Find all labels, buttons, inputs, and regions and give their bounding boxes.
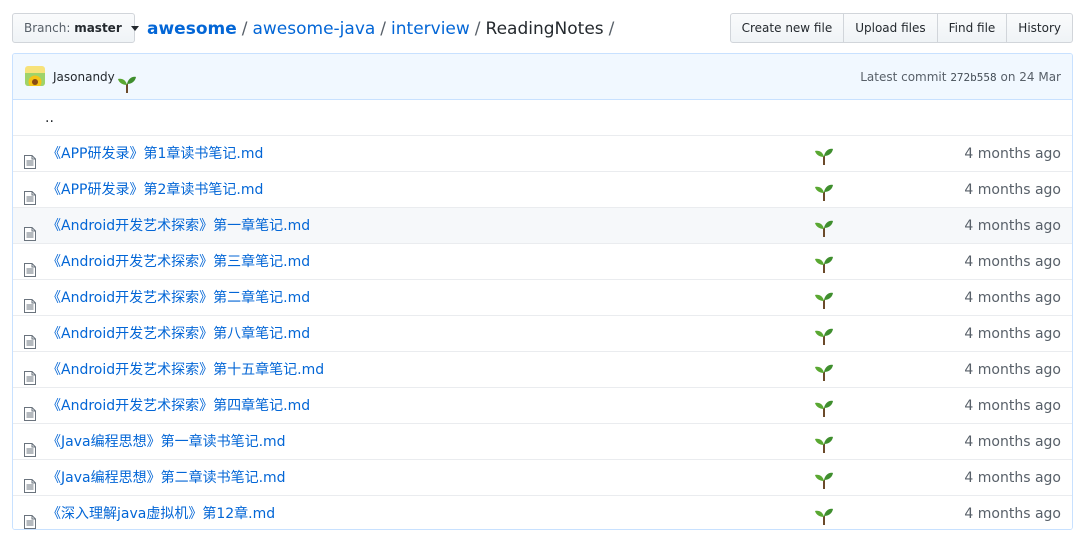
file-name-link[interactable]: 《Android开发艺术探索》第三章笔记.md — [47, 244, 310, 280]
file-row[interactable]: 《深入理解java虚拟机》第12章.md 4 months ago — [13, 496, 1072, 529]
file-row[interactable]: 《Android开发艺术探索》第四章笔记.md 4 months ago — [13, 388, 1072, 424]
file-row[interactable]: 《Android开发艺术探索》第十五章笔记.md 4 months ago — [13, 352, 1072, 388]
breadcrumb-separator: / — [380, 19, 387, 39]
file-name-link[interactable]: 《Android开发艺术探索》第八章笔记.md — [47, 316, 310, 352]
file-text-icon — [24, 327, 36, 349]
file-age: 4 months ago — [964, 146, 1061, 162]
file-text-icon — [24, 291, 36, 313]
commit-author-link[interactable]: Jasonandy — [53, 54, 115, 100]
create-new-file-button[interactable]: Create new file — [729, 13, 845, 43]
commit-sha-link[interactable]: 272b558 — [950, 71, 996, 84]
file-name-link[interactable]: 《Android开发艺术探索》第一章笔记.md — [47, 208, 310, 244]
file-row[interactable]: 《Android开发艺术探索》第一章笔记.md 4 months ago — [13, 208, 1072, 244]
file-text-icon — [24, 219, 36, 241]
file-age: 4 months ago — [964, 434, 1061, 450]
parent-directory-row[interactable]: .. — [13, 100, 1072, 136]
file-text-icon — [24, 399, 36, 421]
sunflower-avatar-icon — [25, 73, 45, 86]
file-age: 4 months ago — [964, 470, 1061, 486]
file-name-link[interactable]: 《Android开发艺术探索》第二章笔记.md — [47, 280, 310, 316]
commit-prefix: Latest commit — [860, 70, 947, 84]
file-text-icon — [24, 435, 36, 457]
parent-directory-link[interactable]: .. — [45, 100, 54, 136]
latest-commit-bar: Jasonandy Latest commit 272b558 on 24 Ma… — [13, 54, 1072, 100]
breadcrumb-repo-root[interactable]: awesome — [147, 19, 237, 39]
file-age: 4 months ago — [964, 362, 1061, 378]
file-actions: Create new file Upload files Find file H… — [729, 13, 1073, 43]
history-button[interactable]: History — [1006, 13, 1073, 43]
branch-prefix: Branch: — [24, 21, 71, 35]
breadcrumb-interview[interactable]: interview — [391, 19, 470, 39]
file-text-icon — [24, 147, 36, 169]
file-name-link[interactable]: 《Android开发艺术探索》第十五章笔记.md — [47, 352, 324, 388]
file-age: 4 months ago — [964, 182, 1061, 198]
avatar[interactable] — [25, 66, 45, 86]
file-row[interactable]: 《APP研发录》第2章读书笔记.md 4 months ago — [13, 172, 1072, 208]
file-navigation: Branch: master awesome / awesome-java / inte… — [12, 13, 1073, 44]
file-row[interactable]: 《Android开发艺术探索》第八章笔记.md 4 months ago — [13, 316, 1072, 352]
breadcrumb: awesome / awesome-java / interview / ReadingNo… — [147, 16, 619, 42]
file-age: 4 months ago — [964, 326, 1061, 342]
breadcrumb-separator: / — [474, 19, 481, 39]
file-text-icon — [24, 471, 36, 493]
branch-name: master — [74, 21, 122, 35]
file-table: Jasonandy Latest commit 272b558 on 24 Ma… — [12, 53, 1073, 530]
file-name-link[interactable]: 《Android开发艺术探索》第四章笔记.md — [47, 388, 310, 424]
file-text-icon — [24, 183, 36, 205]
file-row[interactable]: 《Android开发艺术探索》第三章笔记.md 4 months ago — [13, 244, 1072, 280]
find-file-button[interactable]: Find file — [936, 13, 1008, 43]
file-name-link[interactable]: 《Java编程思想》第二章读书笔记.md — [47, 460, 286, 496]
file-text-icon — [24, 363, 36, 385]
file-age: 4 months ago — [964, 254, 1061, 270]
upload-files-button[interactable]: Upload files — [843, 13, 938, 43]
breadcrumb-current: ReadingNotes — [485, 19, 604, 39]
file-name-link[interactable]: 《APP研发录》第1章读书笔记.md — [47, 136, 263, 172]
file-age: 4 months ago — [964, 398, 1061, 414]
file-name-link[interactable]: 《Java编程思想》第一章读书笔记.md — [47, 424, 286, 460]
caret-down-icon — [130, 26, 139, 31]
commit-meta: Latest commit 272b558 on 24 Mar — [860, 54, 1061, 101]
commit-date: on 24 Mar — [1000, 70, 1062, 84]
file-name-link[interactable]: 《APP研发录》第2章读书笔记.md — [47, 172, 263, 208]
seedling-icon[interactable] — [814, 504, 834, 529]
file-row[interactable]: 《Java编程思想》第一章读书笔记.md 4 months ago — [13, 424, 1072, 460]
file-row[interactable]: 《Java编程思想》第二章读书笔记.md 4 months ago — [13, 460, 1072, 496]
breadcrumb-separator: / — [608, 19, 615, 39]
file-browser-page: Branch: master awesome / awesome-java / inte… — [0, 0, 1091, 557]
file-age: 4 months ago — [964, 290, 1061, 306]
file-age: 4 months ago — [964, 506, 1061, 522]
file-list: .. 《APP研发录》第1章读书笔记.md 4 months ago 《APP研发录… — [13, 100, 1072, 529]
file-text-icon — [24, 507, 36, 529]
file-age: 4 months ago — [964, 218, 1061, 234]
file-text-icon — [24, 255, 36, 277]
branch-select-button[interactable]: Branch: master — [12, 13, 139, 43]
file-row[interactable]: 《APP研发录》第1章读书笔记.md 4 months ago — [13, 136, 1072, 172]
file-name-link[interactable]: 《深入理解java虚拟机》第12章.md — [47, 496, 275, 529]
breadcrumb-awesome-java[interactable]: awesome-java — [252, 19, 375, 39]
file-row[interactable]: 《Android开发艺术探索》第二章笔记.md 4 months ago — [13, 280, 1072, 316]
breadcrumb-separator: / — [241, 19, 248, 39]
